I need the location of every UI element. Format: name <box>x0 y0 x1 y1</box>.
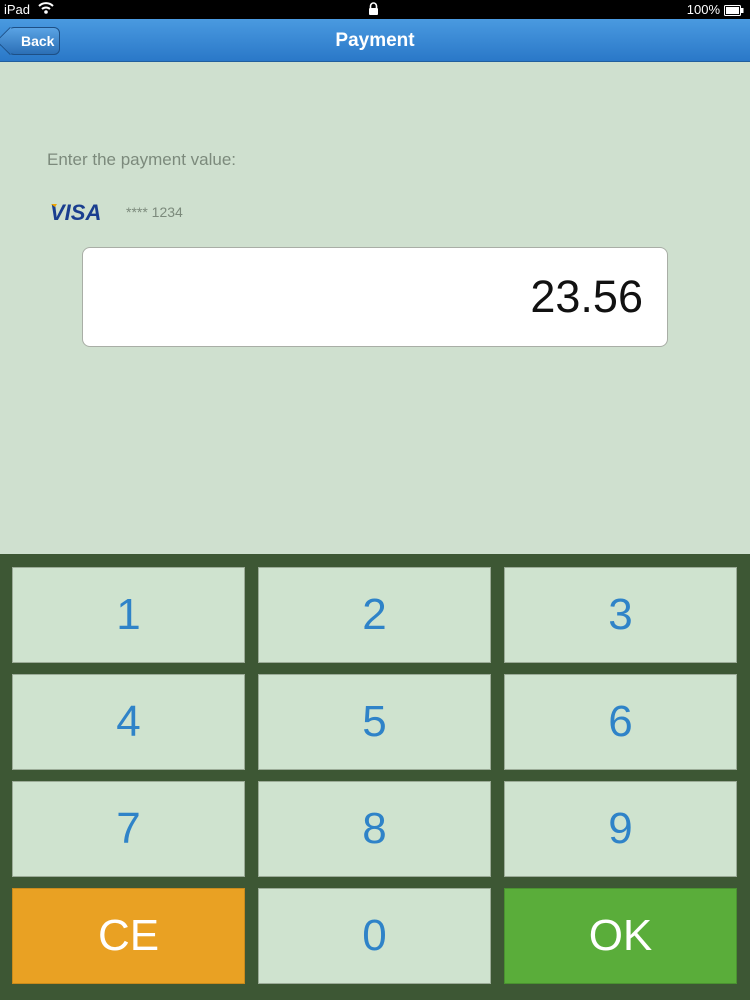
key-0[interactable]: 0 <box>258 888 491 984</box>
keypad: 1 2 3 4 5 6 7 8 9 CE 0 OK <box>0 554 750 1000</box>
battery-icon <box>724 4 744 16</box>
device-name: iPad <box>4 2 31 17</box>
status-bar: iPad 100% <box>0 0 750 19</box>
key-2[interactable]: 2 <box>258 567 491 663</box>
wifi-icon <box>38 1 54 18</box>
ok-button[interactable]: OK <box>504 888 737 984</box>
key-9[interactable]: 9 <box>504 781 737 877</box>
visa-logo: VISA <box>50 200 101 225</box>
amount-field[interactable]: 23.56 <box>82 247 668 347</box>
page-title: Payment <box>335 30 415 51</box>
lock-icon <box>368 2 379 18</box>
key-5[interactable]: 5 <box>258 674 491 770</box>
card-brand: VISA <box>50 200 101 225</box>
nav-bar: Back Payment <box>0 19 750 62</box>
key-7[interactable]: 7 <box>12 781 245 877</box>
card-number: **** 1234 <box>126 204 183 220</box>
key-8[interactable]: 8 <box>258 781 491 877</box>
payment-prompt: Enter the payment value: <box>47 150 237 169</box>
battery-percent: 100% <box>686 2 720 17</box>
key-3[interactable]: 3 <box>504 567 737 663</box>
key-4[interactable]: 4 <box>12 674 245 770</box>
clear-entry-button[interactable]: CE <box>12 888 245 984</box>
key-1[interactable]: 1 <box>12 567 245 663</box>
key-6[interactable]: 6 <box>504 674 737 770</box>
